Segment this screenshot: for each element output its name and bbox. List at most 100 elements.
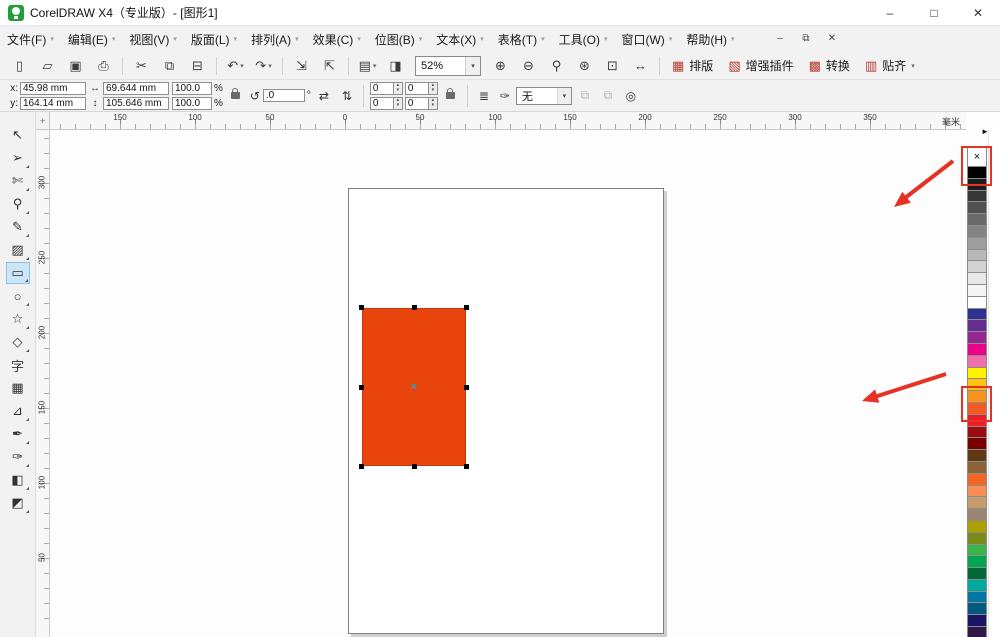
close-button[interactable]: ✕ <box>956 0 1000 25</box>
snap-to-button[interactable]: ▥ 贴齐 ▾ <box>858 55 922 77</box>
palette-scrollbar[interactable] <box>988 130 1000 637</box>
plugins-button[interactable]: ▧ 增强插件 <box>721 55 800 77</box>
import[interactable]: ⇲ <box>288 55 315 77</box>
menu-help[interactable]: 帮助(H) ▾ <box>679 26 741 52</box>
menu-view[interactable]: 视图(V) ▾ <box>122 26 184 52</box>
fill-tool[interactable]: ◧ <box>6 469 30 491</box>
canvas[interactable]: × <box>50 130 966 637</box>
cut[interactable]: ✂ <box>128 55 155 77</box>
document-minimize-button[interactable]: – <box>770 29 790 47</box>
application-launcher[interactable]: ▤ ▾ <box>354 55 381 77</box>
table-tool[interactable]: ▦ <box>6 377 30 399</box>
text-tool[interactable]: 字 <box>6 354 30 376</box>
zoom-to-selection[interactable]: ⚲ <box>543 55 570 77</box>
paste[interactable]: ⊟ <box>184 55 211 77</box>
menu-text[interactable]: 文本(X) ▾ <box>429 26 491 52</box>
redo[interactable]: ↷ ▾ <box>250 55 277 77</box>
ellipse-tool[interactable]: ○ <box>6 285 30 307</box>
eyedropper-tool[interactable]: ✒ <box>6 423 30 445</box>
spinner-down-icon[interactable]: ▾ <box>429 103 437 108</box>
document-close-button[interactable]: ✕ <box>822 29 842 47</box>
menu-effects[interactable]: 效果(C) ▾ <box>306 26 368 52</box>
selection-handle-bottom-center[interactable] <box>412 464 417 469</box>
spinner-down-icon[interactable]: ▾ <box>394 88 402 93</box>
selection-handle-top-center[interactable] <box>412 305 417 310</box>
spinner-down-icon[interactable]: ▾ <box>429 88 437 93</box>
to-back-button[interactable]: ⧉ <box>598 85 618 107</box>
horizontal-ruler[interactable]: 毫米 150 100 50 0 50 100 150 200 250 300 350 <box>50 112 966 130</box>
maximize-button[interactable]: □ <box>912 0 956 25</box>
zoom-to-page-width[interactable]: ↔ <box>627 55 654 77</box>
spinner-buttons[interactable]: ▴ ▾ <box>393 96 403 110</box>
undo[interactable]: ↶ ▾ <box>222 55 249 77</box>
mirror-vertical-button[interactable]: ⇅ <box>337 85 357 107</box>
open-document[interactable]: ▱ <box>34 55 61 77</box>
polygon-tool[interactable]: ☆ <box>6 308 30 330</box>
corner-top-right-input[interactable] <box>404 81 429 95</box>
y-position-input[interactable] <box>20 96 86 110</box>
ruler-origin[interactable]: + <box>36 112 50 130</box>
menu-table[interactable]: 表格(T) ▾ <box>491 26 552 52</box>
welcome-screen[interactable]: ◨ <box>382 55 409 77</box>
x-position-input[interactable] <box>20 81 86 95</box>
dimension-tool[interactable]: ⊿ <box>6 400 30 422</box>
selection-handle-middle-right[interactable] <box>464 385 469 390</box>
zoom-in[interactable]: ⊕ <box>487 55 514 77</box>
selection-handle-top-left[interactable] <box>359 305 364 310</box>
zoom-out[interactable]: ⊖ <box>515 55 542 77</box>
menu-arrange[interactable]: 排列(A) ▾ <box>244 26 306 52</box>
spinner-buttons[interactable]: ▴ ▾ <box>393 81 403 95</box>
vertical-ruler[interactable]: 300 250 200 150 100 50 <box>36 130 50 637</box>
menu-layout[interactable]: 版面(L) ▾ <box>184 26 244 52</box>
pick-tool[interactable]: ↖ <box>6 124 30 146</box>
scale-x-input[interactable] <box>172 81 212 95</box>
spinner-buttons[interactable]: ▴ ▾ <box>428 96 438 110</box>
width-input[interactable] <box>103 81 169 95</box>
no-color-swatch[interactable]: × <box>967 147 987 167</box>
spinner-buttons[interactable]: ▴ ▾ <box>428 81 438 95</box>
zoom-to-page[interactable]: ⊡ <box>599 55 626 77</box>
shape-tool[interactable]: ➢ <box>6 147 30 169</box>
corner-bottom-left-input[interactable] <box>369 96 394 110</box>
convert-to-curves-button[interactable]: ◎ <box>621 85 641 107</box>
save-document[interactable]: ▣ <box>62 55 89 77</box>
rotation-input[interactable] <box>262 89 305 102</box>
crop-tool[interactable]: ✄ <box>6 170 30 192</box>
color-swatch[interactable] <box>967 626 987 637</box>
selection-handle-bottom-right[interactable] <box>464 464 469 469</box>
height-input[interactable] <box>103 96 169 110</box>
palette-flyout-icon[interactable]: ► <box>981 128 989 136</box>
zoom-level-select[interactable]: 52% ▾ <box>415 55 481 76</box>
menu-file[interactable]: 文件(F) ▾ <box>0 26 61 52</box>
to-front-button[interactable]: ⧉ <box>575 85 595 107</box>
outline-pen-tool[interactable]: ✑ <box>6 446 30 468</box>
corner-bottom-right-input[interactable] <box>404 96 429 110</box>
minimize-button[interactable]: – <box>868 0 912 25</box>
zoom-tool[interactable]: ⚲ <box>6 193 30 215</box>
dropdown-caret-icon[interactable]: ▾ <box>465 56 480 75</box>
smart-fill-tool[interactable]: ▨ <box>6 239 30 261</box>
rectangle-tool[interactable]: ▭ <box>5 262 30 284</box>
mirror-horizontal-button[interactable]: ⇄ <box>314 85 334 107</box>
menu-window[interactable]: 窗口(W) ▾ <box>614 26 679 52</box>
freehand-tool[interactable]: ✎ <box>6 216 30 238</box>
zoom-to-all-objects[interactable]: ⊛ <box>571 55 598 77</box>
document-restore-button[interactable]: ⧉ <box>796 29 816 47</box>
lock-corners-button[interactable] <box>441 85 461 107</box>
copy[interactable]: ⧉ <box>156 55 183 77</box>
corner-top-left-input[interactable] <box>369 81 394 95</box>
spinner-down-icon[interactable]: ▾ <box>394 103 402 108</box>
interactive-fill-tool[interactable]: ◩ <box>6 492 30 514</box>
menu-tools[interactable]: 工具(O) ▾ <box>552 26 615 52</box>
lock-ratio-button[interactable] <box>226 85 246 107</box>
selection-handle-bottom-left[interactable] <box>359 464 364 469</box>
selection-handle-middle-left[interactable] <box>359 385 364 390</box>
selection-handle-top-right[interactable] <box>464 305 469 310</box>
layout-button[interactable]: ▦ 排版 <box>665 55 720 77</box>
convert-button[interactable]: ▩ 转换 <box>802 55 857 77</box>
export[interactable]: ⇱ <box>316 55 343 77</box>
menu-bitmaps[interactable]: 位图(B) ▾ <box>368 26 430 52</box>
new-document[interactable]: ▯ <box>6 55 33 77</box>
scale-y-input[interactable] <box>172 96 212 110</box>
print-document[interactable]: ⎙ <box>90 55 117 77</box>
